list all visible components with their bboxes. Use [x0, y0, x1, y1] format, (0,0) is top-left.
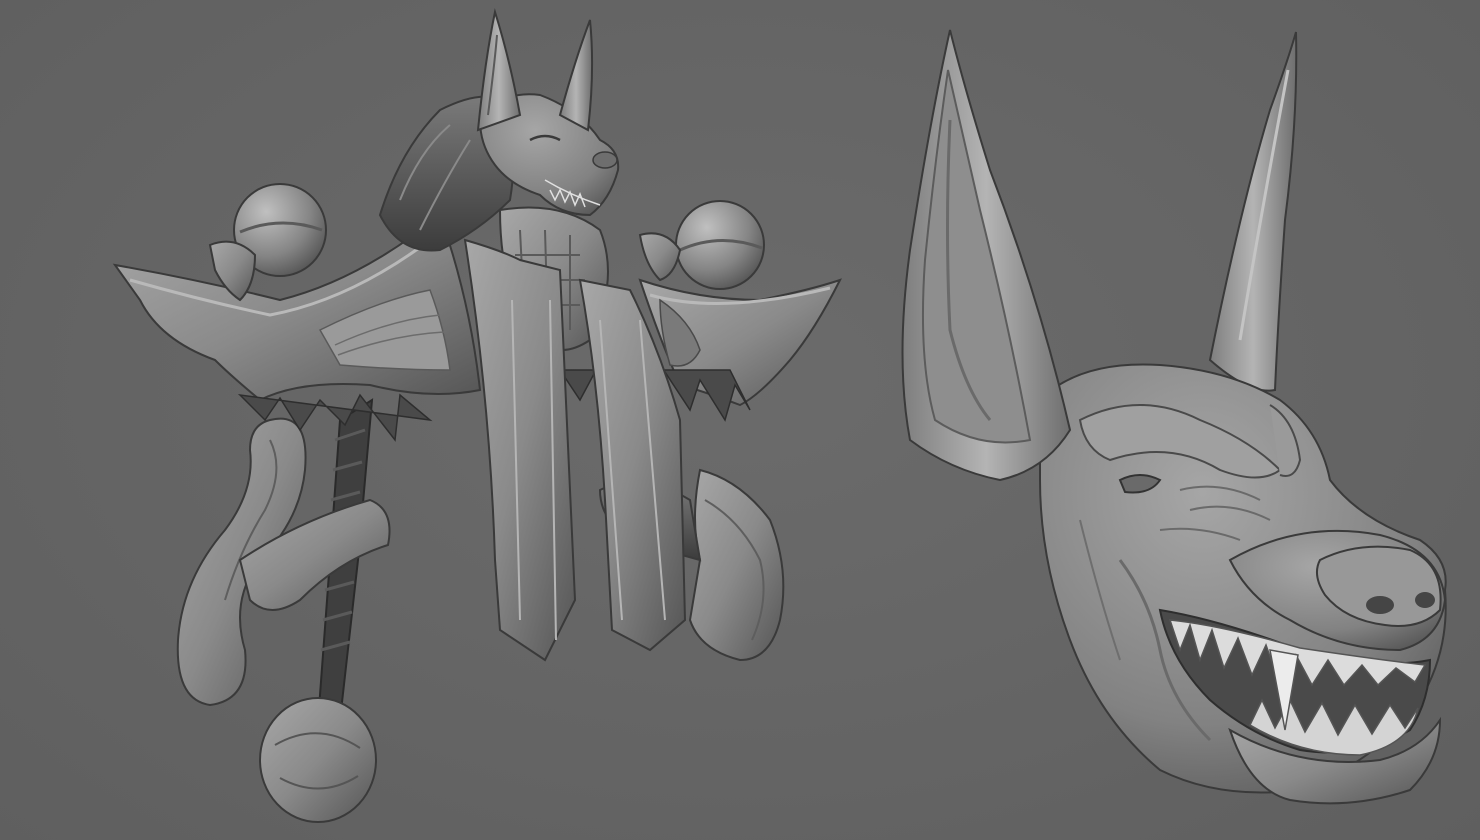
small-ear-right [558, 19, 594, 132]
small-ear-left [476, 8, 522, 132]
anubis-armor-rig [112, 8, 842, 823]
staff-pommel [259, 697, 377, 823]
large-ear-back [1208, 31, 1298, 392]
sculpt-render [112, 8, 1447, 823]
right-gauntlet [688, 468, 785, 662]
sculpt-viewport [0, 0, 1480, 840]
anubis-head-sculpt [901, 29, 1447, 805]
